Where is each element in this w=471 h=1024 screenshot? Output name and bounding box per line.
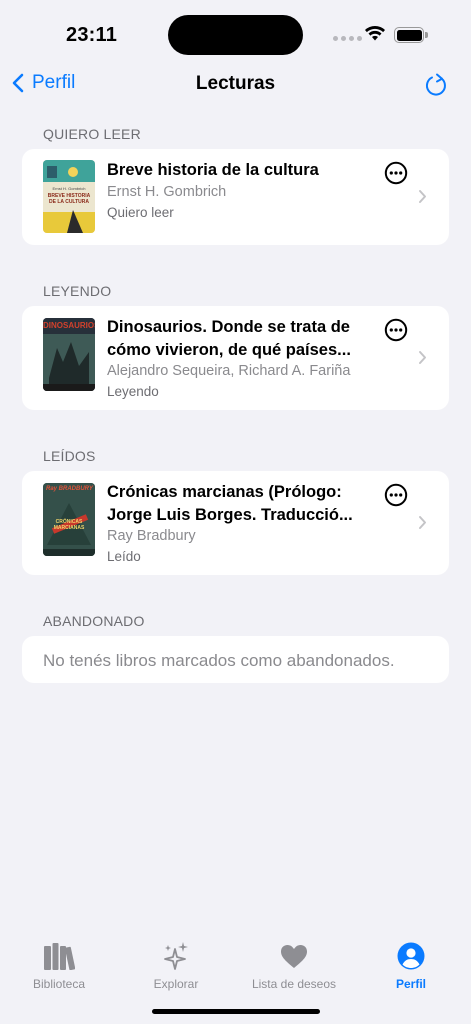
tab-lista-de-deseos[interactable]: Lista de deseos xyxy=(239,940,349,991)
section-header-leyendo: LEYENDO xyxy=(43,283,112,299)
empty-state-card: No tenés libros marcados como abandonado… xyxy=(22,636,449,683)
cover-author-text: Ray BRADBURY xyxy=(46,486,93,492)
tab-label: Lista de deseos xyxy=(251,977,337,991)
chevron-right-icon xyxy=(419,516,426,529)
book-row[interactable]: Ray BRADBURY CRÓNICAS MARCIANAS Crónicas… xyxy=(22,471,449,575)
book-author: Ernst H. Gombrich xyxy=(107,184,227,200)
person-circle-icon xyxy=(397,942,425,970)
book-cover: DINOSAURIOS xyxy=(43,318,95,391)
more-options-icon[interactable] xyxy=(384,483,408,507)
battery-icon xyxy=(394,27,428,43)
cover-title-text: DINOSAURIOS xyxy=(43,321,95,330)
heart-icon xyxy=(281,944,307,968)
cover-author-text: Ernst H. Gombrich xyxy=(52,186,86,191)
status-time: 23:11 xyxy=(66,24,118,46)
tab-label: Perfil xyxy=(395,977,426,991)
tab-perfil[interactable]: Perfil xyxy=(356,940,466,991)
tab-label: Biblioteca xyxy=(32,977,86,991)
section-header-leidos: LEÍDOS xyxy=(43,448,96,464)
book-author: Alejandro Sequeira, Richard A. Fariña xyxy=(107,363,351,379)
book-row[interactable]: DINOSAURIOS Dinosaurios. Donde se trata … xyxy=(22,306,449,410)
more-options-icon[interactable] xyxy=(384,161,408,185)
chevron-right-icon xyxy=(419,190,426,203)
tab-label: Explorar xyxy=(153,977,199,991)
book-author: Ray Bradbury xyxy=(107,528,196,544)
books-icon xyxy=(44,943,75,970)
cover-title-text: BREVE HISTORIA DE LA CULTURA xyxy=(47,193,91,205)
book-status: Leyendo xyxy=(107,384,159,399)
home-indicator xyxy=(152,1009,320,1014)
book-cover: Ernst H. Gombrich BREVE HISTORIA DE LA C… xyxy=(43,160,95,233)
book-status: Quiero leer xyxy=(107,205,174,220)
book-cover: Ray BRADBURY CRÓNICAS MARCIANAS xyxy=(43,483,95,556)
status-bar: 23:11 xyxy=(0,0,471,70)
sparkles-icon xyxy=(164,942,188,970)
cover-title-text: CRÓNICAS MARCIANAS xyxy=(53,519,85,531)
book-title: Breve historia de la cultura xyxy=(107,161,319,179)
book-title: Crónicas marcianas (Prólogo: Jorge Luis … xyxy=(107,483,353,524)
more-options-icon[interactable] xyxy=(384,318,408,342)
tab-biblioteca[interactable]: Biblioteca xyxy=(4,940,114,991)
book-status: Leído xyxy=(107,549,141,564)
dynamic-island xyxy=(168,15,303,55)
navigation-bar: Perfil Lecturas xyxy=(0,66,471,104)
wifi-icon xyxy=(365,26,385,41)
cellular-signal-icon xyxy=(333,36,362,41)
tab-explorar[interactable]: Explorar xyxy=(121,940,231,991)
section-header-abandonado: ABANDONADO xyxy=(43,613,145,629)
chevron-right-icon xyxy=(419,351,426,364)
book-title: Dinosaurios. Donde se trata de cómo vivi… xyxy=(107,318,351,359)
refresh-icon[interactable] xyxy=(424,72,448,98)
empty-state-text: No tenés libros marcados como abandonado… xyxy=(43,651,395,670)
section-header-quiero-leer: QUIERO LEER xyxy=(43,126,141,142)
book-row[interactable]: Ernst H. Gombrich BREVE HISTORIA DE LA C… xyxy=(22,149,449,245)
page-title: Lecturas xyxy=(195,73,276,94)
